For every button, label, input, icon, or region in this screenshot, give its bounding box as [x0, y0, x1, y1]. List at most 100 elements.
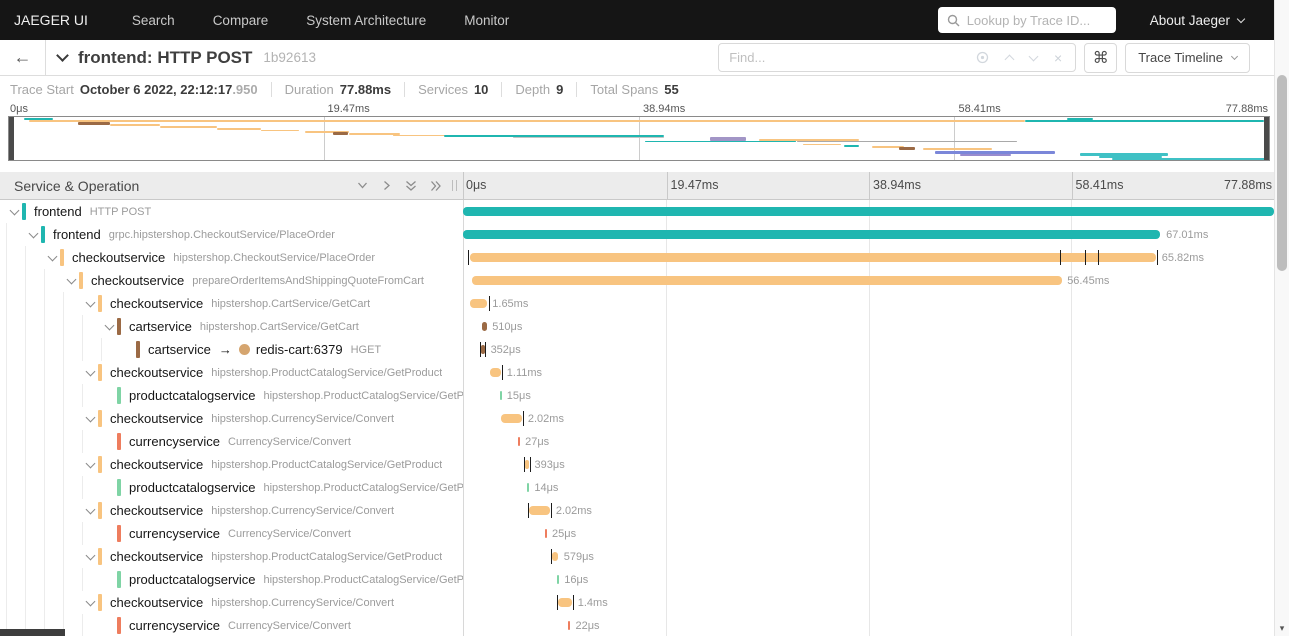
span-duration-bar[interactable] [463, 207, 1274, 216]
span-duration-bar[interactable] [517, 437, 520, 446]
span-row[interactable]: currencyservice CurrencyService/Convert 27… [0, 430, 1274, 453]
keyboard-shortcuts-button[interactable]: ⌘ [1084, 42, 1118, 73]
span-duration-bar[interactable] [471, 276, 1062, 285]
expand-one-icon[interactable] [381, 180, 392, 191]
span-bar-cell[interactable]: 1.4ms [463, 591, 1274, 614]
chevron-slot[interactable] [6, 205, 22, 215]
timeline-minimap[interactable] [8, 116, 1270, 161]
span-bar-cell[interactable]: 56.45ms [463, 269, 1274, 292]
minimap-left-drag-handle[interactable] [9, 117, 14, 160]
span-bar-cell[interactable]: 14μs [463, 476, 1274, 499]
chevron-slot[interactable] [82, 504, 98, 514]
span-name-cell[interactable]: checkoutservice hipstershop.CurrencyServi… [0, 407, 463, 430]
span-row[interactable]: checkoutservice prepareOrderItemsAndShipp… [0, 269, 1274, 292]
span-duration-bar[interactable] [480, 345, 485, 354]
span-name-cell[interactable]: productcatalogservice hipstershop.Product… [0, 476, 463, 499]
span-row[interactable]: frontend grpc.hipstershop.CheckoutService… [0, 223, 1274, 246]
span-duration-bar[interactable] [568, 621, 571, 630]
span-row[interactable]: checkoutservice hipstershop.CartService/G… [0, 292, 1274, 315]
chevron-slot[interactable] [44, 251, 60, 261]
span-duration-bar[interactable] [524, 460, 529, 469]
chevron-slot[interactable] [101, 320, 117, 330]
span-bar-cell[interactable]: 352μs [463, 338, 1274, 361]
span-name-cell[interactable]: frontend HTTP POST [0, 200, 463, 223]
span-duration-bar[interactable] [529, 506, 551, 515]
span-name-cell[interactable]: checkoutservice prepareOrderItemsAndShipp… [0, 269, 463, 292]
collapse-one-icon[interactable] [357, 180, 368, 191]
collapse-trace-chevron-icon[interactable] [56, 48, 69, 62]
span-name-cell[interactable]: checkoutservice hipstershop.ProductCatalo… [0, 453, 463, 476]
span-row[interactable]: productcatalogservice hipstershop.Product… [0, 568, 1274, 591]
span-name-cell[interactable]: frontend grpc.hipstershop.CheckoutService… [0, 223, 463, 246]
span-name-cell[interactable]: checkoutservice hipstershop.CartService/G… [0, 292, 463, 315]
span-row[interactable]: checkoutservice hipstershop.CurrencyServi… [0, 407, 1274, 430]
about-jaeger-menu[interactable]: About Jaeger [1150, 13, 1246, 28]
span-row[interactable]: productcatalogservice hipstershop.Product… [0, 476, 1274, 499]
span-name-cell[interactable]: checkoutservice hipstershop.CheckoutServi… [0, 246, 463, 269]
span-name-cell[interactable]: productcatalogservice hipstershop.Product… [0, 384, 463, 407]
clear-find-icon[interactable]: × [1054, 50, 1062, 66]
nav-link-compare[interactable]: Compare [213, 13, 269, 28]
span-name-cell[interactable]: currencyservice CurrencyService/Convert [0, 614, 463, 636]
span-duration-bar[interactable] [469, 253, 1157, 262]
chevron-slot[interactable] [82, 412, 98, 422]
span-bar-cell[interactable]: 2.02ms [463, 407, 1274, 430]
trace-view-selector[interactable]: Trace Timeline [1125, 42, 1250, 73]
span-duration-bar[interactable] [558, 598, 573, 607]
span-duration-bar[interactable] [489, 368, 502, 377]
chevron-slot[interactable] [82, 596, 98, 606]
expand-all-icon[interactable] [430, 180, 442, 192]
nav-link-search[interactable]: Search [132, 13, 175, 28]
vertical-scrollbar-thumb[interactable] [1277, 75, 1287, 271]
span-bar-cell[interactable]: 65.82ms [463, 246, 1274, 269]
span-bar-cell[interactable]: 579μs [463, 545, 1274, 568]
chevron-slot[interactable] [82, 366, 98, 376]
scroll-down-arrow-icon[interactable]: ▾ [1275, 623, 1289, 634]
span-row[interactable]: checkoutservice hipstershop.ProductCatalo… [0, 545, 1274, 568]
nav-link-system-architecture[interactable]: System Architecture [306, 13, 426, 28]
focus-match-icon[interactable] [976, 51, 989, 64]
span-name-cell[interactable]: checkoutservice hipstershop.ProductCatalo… [0, 545, 463, 568]
chevron-slot[interactable] [82, 550, 98, 560]
span-bar-cell[interactable]: 510μs [463, 315, 1274, 338]
span-bar-cell[interactable]: 1.11ms [463, 361, 1274, 384]
span-row[interactable]: currencyservice CurrencyService/Convert 25… [0, 522, 1274, 545]
jaeger-logo[interactable]: JAEGER UI [14, 12, 88, 28]
span-row[interactable]: currencyservice CurrencyService/Convert 22… [0, 614, 1274, 636]
span-row[interactable]: cartservice hipstershop.CartService/GetCa… [0, 315, 1274, 338]
span-duration-bar[interactable] [501, 414, 523, 423]
span-row[interactable]: checkoutservice hipstershop.ProductCatalo… [0, 361, 1274, 384]
span-duration-bar[interactable] [557, 575, 560, 584]
span-name-cell[interactable]: cartservice → redis-cart:6379 HGET [0, 338, 463, 361]
span-duration-bar[interactable] [552, 552, 559, 561]
horizontal-scrollbar-thumb[interactable] [0, 629, 65, 636]
minimap-right-drag-handle[interactable] [1264, 117, 1269, 160]
span-duration-bar[interactable] [527, 483, 530, 492]
column-resize-grip[interactable] [452, 180, 457, 191]
span-bar-cell[interactable]: 15μs [463, 384, 1274, 407]
vertical-scrollbar[interactable]: ▾ [1274, 0, 1289, 636]
span-bar-cell[interactable]: 393μs [463, 453, 1274, 476]
span-row[interactable]: productcatalogservice hipstershop.Product… [0, 384, 1274, 407]
collapse-all-icon[interactable] [405, 180, 417, 192]
span-duration-bar[interactable] [469, 299, 487, 308]
span-row[interactable]: checkoutservice hipstershop.CurrencyServi… [0, 591, 1274, 614]
span-row[interactable]: cartservice → redis-cart:6379 HGET 352μs [0, 338, 1274, 361]
chevron-slot[interactable] [63, 274, 79, 284]
trace-lookup-input[interactable]: Lookup by Trace ID... [937, 7, 1116, 33]
span-name-cell[interactable]: cartservice hipstershop.CartService/GetCa… [0, 315, 463, 338]
chevron-slot[interactable] [25, 228, 41, 238]
find-input[interactable] [719, 44, 964, 71]
span-bar-cell[interactable]: 67.01ms [463, 223, 1274, 246]
back-button[interactable]: ← [0, 40, 46, 75]
span-duration-bar[interactable] [499, 391, 502, 400]
span-row[interactable]: checkoutservice hipstershop.CheckoutServi… [0, 246, 1274, 269]
span-bar-cell[interactable]: 1.65ms [463, 292, 1274, 315]
span-name-cell[interactable]: checkoutservice hipstershop.ProductCatalo… [0, 361, 463, 384]
span-name-cell[interactable]: productcatalogservice hipstershop.Product… [0, 568, 463, 591]
span-row[interactable]: frontend HTTP POST [0, 200, 1274, 223]
span-duration-bar[interactable] [463, 230, 1161, 239]
span-bar-cell[interactable]: 2.02ms [463, 499, 1274, 522]
span-name-cell[interactable]: checkoutservice hipstershop.CurrencyServi… [0, 591, 463, 614]
prev-match-icon[interactable] [1004, 53, 1015, 64]
